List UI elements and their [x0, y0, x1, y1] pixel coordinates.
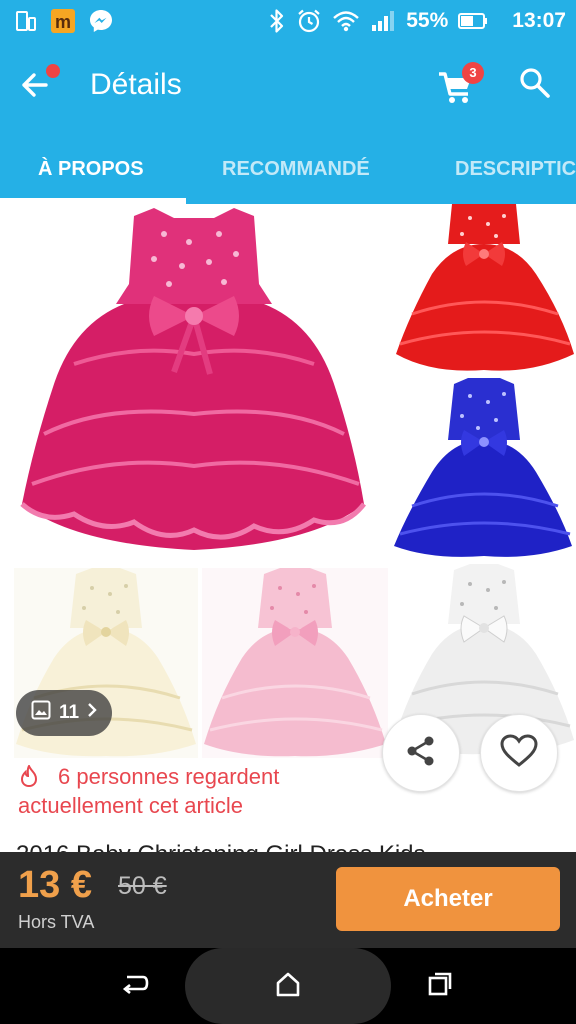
home-icon [274, 970, 302, 1003]
status-time: 13:07 [512, 9, 566, 32]
battery-percent: 55% [406, 9, 449, 32]
back-arrow-icon [18, 73, 64, 112]
favorite-button[interactable] [480, 714, 558, 792]
app-bar: Détails 3 [0, 42, 576, 132]
dress-image-blue[interactable] [392, 376, 576, 560]
price-bar: 13 € 50 € Hors TVA Acheter [0, 852, 576, 948]
tax-note: Hors TVA [18, 912, 95, 932]
nav-back-button[interactable] [118, 970, 150, 1002]
page-title: Détails [90, 68, 182, 101]
wifi-icon [332, 8, 360, 34]
share-button[interactable] [382, 714, 460, 792]
tab-recommande[interactable]: RECOMMANDÉ [222, 158, 370, 181]
fire-icon [18, 763, 40, 788]
cart-button[interactable]: 3 [436, 60, 488, 114]
dress-image-fuchsia[interactable] [14, 204, 374, 554]
watching-notice: 6 personnes regardent actuellement cet a… [18, 762, 368, 820]
bluetooth-icon [268, 8, 286, 34]
original-price: 50 € [118, 872, 167, 900]
cart-icon [436, 72, 476, 108]
signal-icon [370, 9, 396, 33]
dress-image-red[interactable] [392, 204, 576, 374]
status-bar: m 55% 13:07 [0, 0, 576, 42]
recents-icon [426, 970, 454, 1003]
system-nav-bar [0, 948, 576, 1024]
alarm-icon [296, 8, 322, 34]
notification-dot [46, 64, 60, 78]
nav-recents-button[interactable] [424, 970, 456, 1002]
image-icon [31, 700, 51, 726]
nav-home-button[interactable] [272, 970, 304, 1002]
tab-a-propos[interactable]: À PROPOS [38, 158, 144, 181]
heart-icon [499, 733, 539, 774]
buy-button[interactable]: Acheter [336, 867, 560, 931]
undo-arrow-icon [119, 971, 149, 1002]
photo-count-button[interactable]: 11 [16, 690, 112, 736]
photo-count: 11 [58, 702, 80, 723]
share-icon [403, 733, 439, 774]
sim-icon [14, 9, 38, 33]
watching-text: 6 personnes regardent actuellement cet a… [18, 764, 280, 818]
search-icon [518, 68, 552, 104]
back-button[interactable] [18, 62, 68, 112]
messenger-icon [88, 8, 114, 34]
status-bar-right: 55% 13:07 [268, 6, 566, 36]
battery-icon [458, 12, 488, 30]
m-app-icon: m [50, 8, 76, 34]
chevron-right-icon [87, 702, 97, 724]
svg-text:m: m [55, 12, 71, 32]
cart-count-badge: 3 [462, 62, 484, 84]
search-button[interactable] [518, 66, 558, 106]
product-gallery[interactable] [0, 204, 576, 764]
tab-description[interactable]: DESCRIPTIC [455, 158, 576, 181]
current-price: 13 € [18, 864, 92, 906]
tab-bar: À PROPOS RECOMMANDÉ DESCRIPTIC [0, 132, 576, 204]
dress-image-pink[interactable] [202, 568, 388, 758]
status-bar-left: m [14, 6, 114, 36]
